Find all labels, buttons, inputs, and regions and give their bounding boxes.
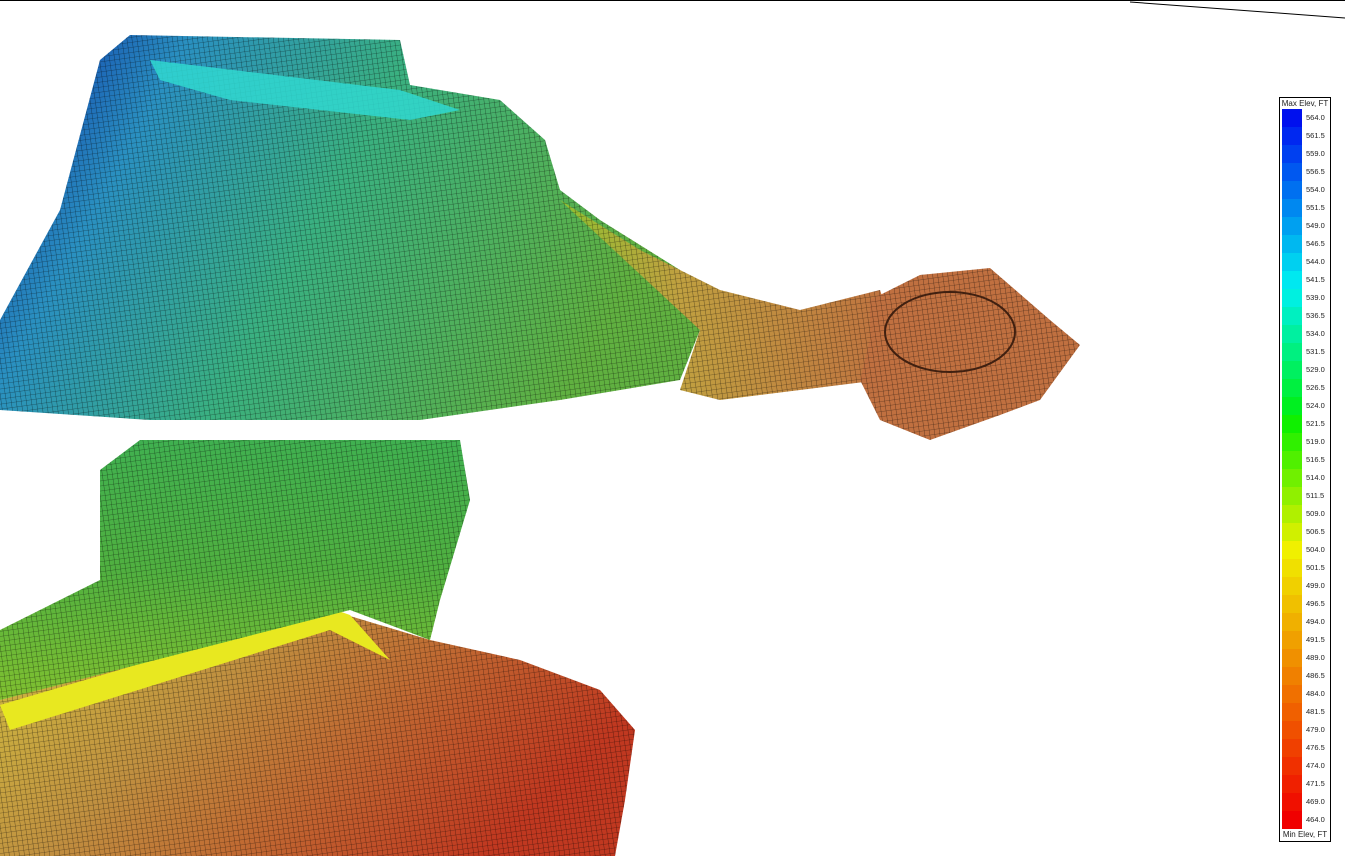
- legend-swatch: [1282, 307, 1302, 325]
- legend-tick-label: 484.0: [1306, 689, 1325, 698]
- reference-line: [1129, 1, 1345, 19]
- legend-swatch: [1282, 739, 1302, 757]
- legend-swatch: [1282, 721, 1302, 739]
- 3d-terrain-viewport[interactable]: Max Elev, FT Min Elev, FT 564.0 561.5 559.…: [0, 0, 1345, 856]
- legend-swatch: [1282, 667, 1302, 685]
- legend-tick-label: 554.0: [1306, 185, 1325, 194]
- legend-tick-label: 536.5: [1306, 311, 1325, 320]
- legend-tick-label: 469.0: [1306, 797, 1325, 806]
- legend-tick-label: 524.0: [1306, 401, 1325, 410]
- legend-tick-label: 556.5: [1306, 167, 1325, 176]
- legend-swatch: [1282, 811, 1302, 829]
- legend-swatch: [1282, 127, 1302, 145]
- legend-swatch: [1282, 487, 1302, 505]
- legend-swatch: [1282, 775, 1302, 793]
- legend-tick-label: 464.0: [1306, 815, 1325, 824]
- legend-swatch: [1282, 199, 1302, 217]
- legend-swatch: [1282, 469, 1302, 487]
- legend-tick-label: 499.0: [1306, 581, 1325, 590]
- legend-swatch: [1282, 541, 1302, 559]
- legend-tick-label: 549.0: [1306, 221, 1325, 230]
- legend-tick-label: 506.5: [1306, 527, 1325, 536]
- elevation-legend: Max Elev, FT Min Elev, FT 564.0 561.5 559.…: [1279, 97, 1331, 842]
- legend-tick-label: 529.0: [1306, 365, 1325, 374]
- legend-tick-label: 509.0: [1306, 509, 1325, 518]
- legend-tick-label: 531.5: [1306, 347, 1325, 356]
- legend-swatch: [1282, 595, 1302, 613]
- legend-tick-label: 534.0: [1306, 329, 1325, 338]
- legend-tick-label: 516.5: [1306, 455, 1325, 464]
- legend-swatch: [1282, 343, 1302, 361]
- legend-tick-label: 501.5: [1306, 563, 1325, 572]
- legend-tick-label: 494.0: [1306, 617, 1325, 626]
- legend-swatch: [1282, 613, 1302, 631]
- legend-tick-label: 561.5: [1306, 131, 1325, 140]
- legend-tick-label: 544.0: [1306, 257, 1325, 266]
- legend-swatch: [1282, 163, 1302, 181]
- legend-min-title: Min Elev, FT: [1282, 830, 1328, 839]
- legend-tick-label: 521.5: [1306, 419, 1325, 428]
- legend-tick-label: 551.5: [1306, 203, 1325, 212]
- legend-tick-label: 496.5: [1306, 599, 1325, 608]
- legend-tick-label: 471.5: [1306, 779, 1325, 788]
- legend-tick-label: 546.5: [1306, 239, 1325, 248]
- legend-swatch: [1282, 757, 1302, 775]
- terrain-mesh-view[interactable]: [0, 0, 1345, 856]
- legend-tick-label: 564.0: [1306, 113, 1325, 122]
- legend-swatch: [1282, 253, 1302, 271]
- legend-tick-label: 476.5: [1306, 743, 1325, 752]
- legend-swatch: [1282, 325, 1302, 343]
- legend-tick-label: 559.0: [1306, 149, 1325, 158]
- legend-swatch: [1282, 145, 1302, 163]
- legend-tick-label: 511.5: [1306, 491, 1325, 500]
- legend-swatch: [1282, 559, 1302, 577]
- legend-color-bar: [1282, 109, 1302, 829]
- legend-tick-label: 491.5: [1306, 635, 1325, 644]
- legend-tick-label: 486.5: [1306, 671, 1325, 680]
- legend-swatch: [1282, 289, 1302, 307]
- legend-swatch: [1282, 181, 1302, 199]
- legend-swatch: [1282, 451, 1302, 469]
- legend-tick-label: 526.5: [1306, 383, 1325, 392]
- legend-swatch: [1282, 685, 1302, 703]
- legend-swatch: [1282, 235, 1302, 253]
- legend-tick-label: 539.0: [1306, 293, 1325, 302]
- legend-tick-label: 479.0: [1306, 725, 1325, 734]
- legend-tick-label: 489.0: [1306, 653, 1325, 662]
- legend-swatch: [1282, 523, 1302, 541]
- legend-swatch: [1282, 415, 1302, 433]
- legend-swatch: [1282, 631, 1302, 649]
- legend-swatch: [1282, 703, 1302, 721]
- legend-tick-label: 474.0: [1306, 761, 1325, 770]
- legend-tick-label: 481.5: [1306, 707, 1325, 716]
- legend-swatch: [1282, 577, 1302, 595]
- legend-swatch: [1282, 379, 1302, 397]
- legend-swatch: [1282, 433, 1302, 451]
- legend-tick-label: 541.5: [1306, 275, 1325, 284]
- legend-tick-label: 504.0: [1306, 545, 1325, 554]
- legend-swatch: [1282, 109, 1302, 127]
- legend-swatch: [1282, 793, 1302, 811]
- legend-swatch: [1282, 361, 1302, 379]
- legend-swatch: [1282, 217, 1302, 235]
- legend-swatch: [1282, 397, 1302, 415]
- legend-swatch: [1282, 505, 1302, 523]
- legend-tick-label: 519.0: [1306, 437, 1325, 446]
- legend-swatch: [1282, 271, 1302, 289]
- legend-swatch: [1282, 649, 1302, 667]
- legend-max-title: Max Elev, FT: [1281, 99, 1329, 108]
- legend-tick-label: 514.0: [1306, 473, 1325, 482]
